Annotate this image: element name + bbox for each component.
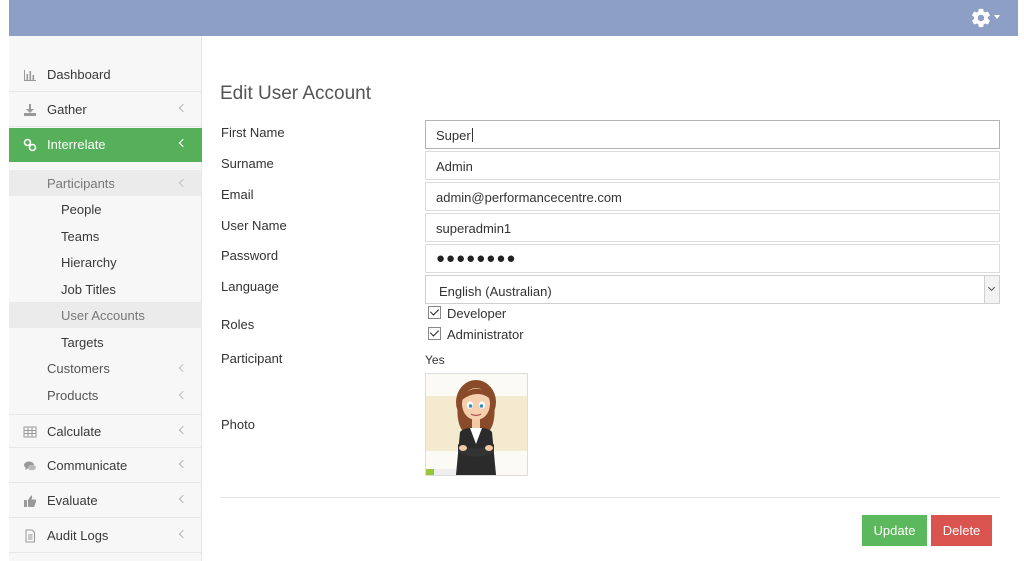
sidebar-subitem-label: Job Titles [61,282,116,297]
sidebar-subitem-label: Customers [47,361,110,376]
chevron-down-icon[interactable] [994,15,1000,19]
sidebar: Dashboard Gather Interrelate Participant… [9,36,202,561]
photo-label: Photo [221,417,255,432]
sidebar-item-interrelate[interactable]: Interrelate [9,128,202,162]
delete-button[interactable]: Delete [931,515,992,546]
chevron-left-icon [178,178,188,188]
sidebar-subitem-products[interactable]: Products [9,382,202,408]
sidebar-item-label: Calculate [47,424,102,439]
thumbs-up-icon [24,495,37,507]
sidebar-item-label: Evaluate [47,493,98,508]
chevron-left-icon [178,529,188,539]
sidebar-subitem-label: Products [47,388,99,403]
email-value: admin@performancecentre.com [436,190,622,205]
chevron-left-icon [178,494,188,504]
comments-icon [24,461,36,471]
gear-icon[interactable] [970,7,992,29]
user-name-value: superadmin1 [436,221,512,236]
chevron-left-icon [178,425,188,435]
password-value: ●●●●●●●● [436,250,517,267]
sidebar-subitem-targets[interactable]: Targets [9,329,202,355]
chevron-left-icon [178,138,188,148]
language-label: Language [221,279,279,294]
chevron-left-icon [178,390,188,400]
sidebar-item-label: Communicate [47,458,128,473]
surname-value: Admin [436,159,473,174]
sidebar-subitem-label: People [61,202,102,217]
sidebar-subitem-label: Hierarchy [61,255,117,270]
form-divider [220,497,1000,498]
chevron-left-icon [178,103,188,113]
sidebar-subitem-participants[interactable]: Participants [9,170,202,196]
user-name-label: User Name [221,218,287,233]
language-value: English (Australian) [439,284,552,299]
sidebar-item-communicate[interactable]: Communicate [9,449,202,483]
sidebar-subitem-teams[interactable]: Teams [9,223,202,249]
sidebar-subitem-label: Participants [47,176,115,191]
password-label: Password [221,248,279,263]
sidebar-subitem-people[interactable]: People [9,196,202,222]
document-icon [25,529,35,543]
bar-chart-icon [24,70,36,81]
sidebar-subitem-user-accounts[interactable]: User Accounts [9,302,202,328]
participant-value: Yes [425,353,445,367]
password-field[interactable]: ●●●●●●●● [425,244,1000,273]
sidebar-item-audit-logs[interactable]: Audit Logs [9,519,202,553]
email-field[interactable]: admin@performancecentre.com [425,182,1000,211]
sidebar-item-label: Interrelate [47,137,106,152]
first-name-label: First Name [221,125,285,140]
sidebar-item-gather[interactable]: Gather [9,93,202,127]
chevron-left-icon [178,363,188,373]
surname-label: Surname [221,156,274,171]
sidebar-subitem-label: User Accounts [61,308,145,323]
sidebar-item-calculate[interactable]: Calculate [9,414,202,448]
administrator-checkbox[interactable] [428,327,441,340]
sidebar-subitem-customers[interactable]: Customers [9,355,202,381]
participant-label: Participant [221,351,283,366]
sidebar-item-label: Dashboard [47,67,111,82]
administrator-checkbox-label: Administrator [447,327,524,342]
surname-field[interactable]: Admin [425,151,1000,180]
top-bar [9,0,1018,36]
sidebar-subitem-label: Teams [61,229,100,244]
chevron-left-icon [178,459,188,469]
chevron-down-icon[interactable] [984,276,999,303]
avatar-illustration [426,374,527,475]
text-cursor [471,128,473,142]
user-photo[interactable] [425,373,528,476]
first-name-field[interactable]: Super [425,120,1000,149]
sidebar-item-label: Gather [47,102,87,117]
roles-label: Roles [221,317,255,332]
language-select[interactable]: English (Australian) [425,275,1000,304]
page-title: Edit User Account [220,83,372,104]
sidebar-subitem-job-titles[interactable]: Job Titles [9,276,202,302]
update-button[interactable]: Update [862,515,927,546]
table-icon [23,426,37,438]
email-label: Email [221,187,254,202]
first-name-value: Super [436,128,471,143]
sidebar-subitem-hierarchy[interactable]: Hierarchy [9,249,202,275]
developer-checkbox[interactable] [428,306,441,319]
user-name-field[interactable]: superadmin1 [425,213,1000,242]
sidebar-item-evaluate[interactable]: Evaluate [9,484,202,518]
link-icon [23,138,37,152]
sidebar-subitem-label: Targets [61,335,104,350]
developer-checkbox-label: Developer [447,306,507,321]
download-icon [24,104,36,116]
sidebar-item-label: Audit Logs [47,528,109,543]
sidebar-item-dashboard[interactable]: Dashboard [9,58,202,92]
